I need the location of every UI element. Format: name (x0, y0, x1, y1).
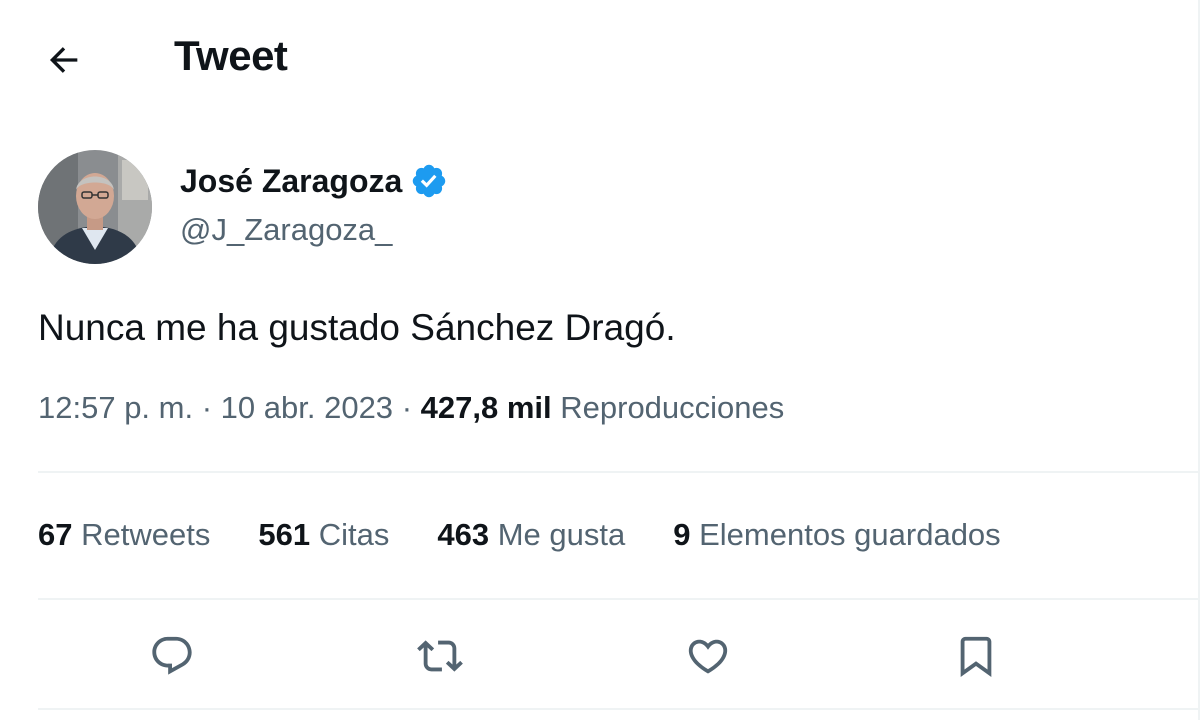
page-title: Tweet (174, 32, 288, 79)
tweet-date[interactable]: 10 abr. 2023 (221, 390, 393, 425)
views-label: Reproducciones (560, 390, 785, 425)
back-button[interactable] (40, 38, 88, 82)
divider (38, 708, 1200, 710)
stat-label: Citas (318, 517, 390, 552)
meta-separator: · (401, 390, 413, 425)
stat-count: 561 (258, 517, 311, 552)
tweet-text: Nunca me ha gustado Sánchez Dragó. (38, 307, 676, 348)
divider (38, 471, 1200, 473)
verified-badge-icon (410, 162, 448, 200)
bookmark-icon (960, 636, 992, 677)
author-handle[interactable]: @J_Zaragoza_ (180, 212, 392, 248)
tweet-time[interactable]: 12:57 p. m. (38, 390, 193, 425)
page-header: Tweet (0, 0, 1198, 118)
stat-label: Retweets (81, 517, 211, 552)
stat-count: 67 (38, 517, 73, 552)
stat-label: Me gusta (497, 517, 626, 552)
bookmark-button[interactable] (940, 620, 1012, 692)
stat-label: Elementos guardados (699, 517, 1001, 552)
arrow-left-icon (49, 47, 78, 73)
speech-bubble-icon (152, 636, 192, 675)
avatar[interactable] (38, 150, 152, 264)
retweet-button[interactable] (404, 620, 476, 692)
tweet-author: José Zaragoza @J_Zaragoza_ (38, 150, 1138, 266)
author-name: José Zaragoza (180, 162, 403, 199)
stat-count: 463 (437, 517, 490, 552)
tweet-meta: 12:57 p. m. · 10 abr. 2023 · 427,8 mil R… (38, 390, 784, 426)
author-name-row[interactable]: José Zaragoza (180, 162, 448, 200)
reply-button[interactable] (136, 620, 208, 692)
retweet-arrows-icon (417, 640, 463, 672)
tweet-stats: 67 Retweets 561 Citas 463 Me gusta 9 Ele… (38, 517, 1049, 553)
heart-icon (688, 639, 728, 674)
stat-bookmarks[interactable]: 9 Elementos guardados (673, 517, 1000, 553)
stat-likes[interactable]: 463 Me gusta (437, 517, 625, 553)
divider (38, 598, 1200, 600)
views-count: 427,8 mil (420, 390, 552, 425)
stat-quotes[interactable]: 561 Citas (258, 517, 389, 553)
stat-count: 9 (673, 517, 691, 552)
like-button[interactable] (672, 620, 744, 692)
meta-separator: · (201, 390, 213, 425)
stat-retweets[interactable]: 67 Retweets (38, 517, 210, 553)
tweet-actions (38, 620, 1158, 692)
avatar-photo (38, 150, 152, 264)
